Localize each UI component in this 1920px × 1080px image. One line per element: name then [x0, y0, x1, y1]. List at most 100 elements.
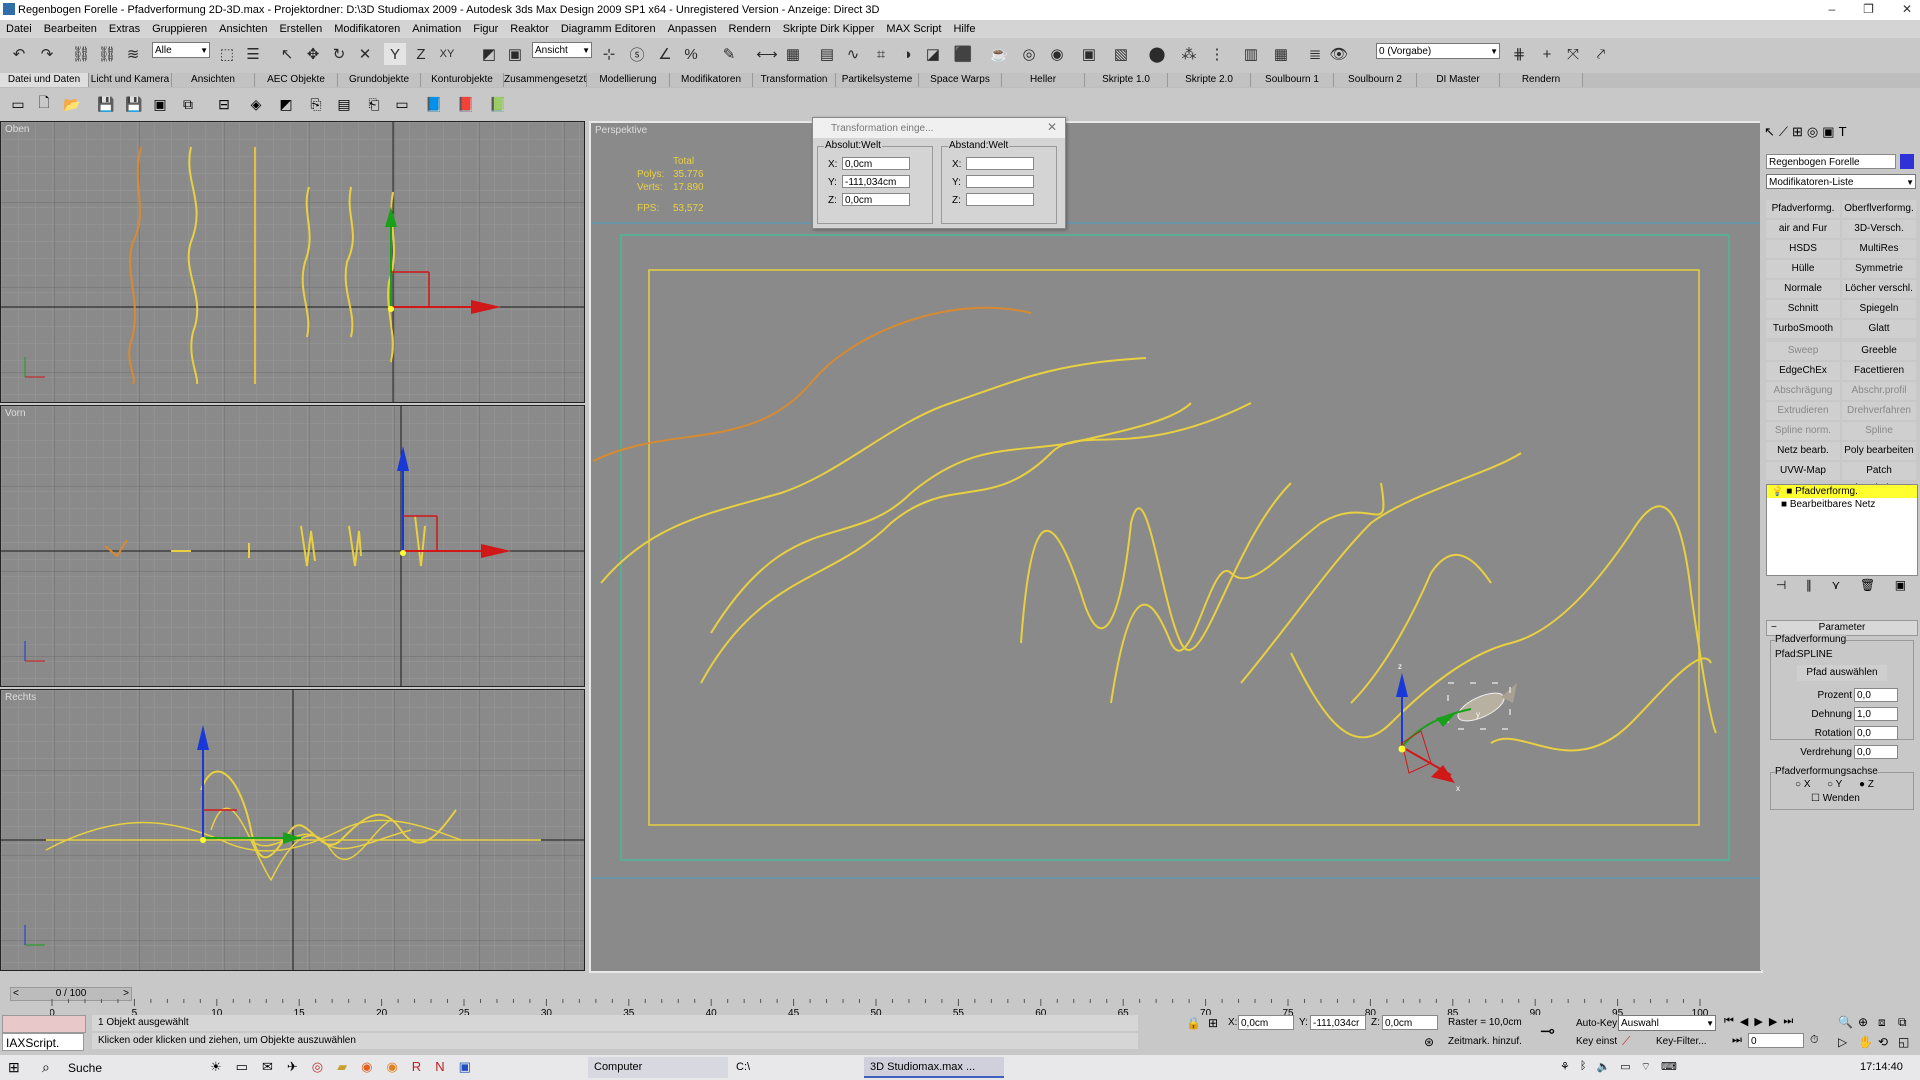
search-box[interactable]: Suche — [68, 1061, 102, 1075]
add-to-layer-icon[interactable]: + — [1536, 43, 1558, 65]
object-name-field[interactable]: Regenbogen Forelle — [1766, 154, 1896, 169]
selection-filter-dropdown[interactable]: Alle ▼ — [152, 42, 210, 58]
summary-icon[interactable]: ▤ — [334, 94, 354, 114]
layers-stack-icon[interactable]: ≣ — [1304, 43, 1326, 65]
modifier-button[interactable]: EdgeChEx — [1766, 362, 1840, 380]
goto-end-icon[interactable]: ⏭ — [1783, 1015, 1793, 1031]
pick-path-button[interactable]: Pfad auswählen — [1797, 665, 1887, 681]
save-as-icon[interactable]: 💾 — [124, 94, 144, 114]
menu-help[interactable]: Hilfe — [947, 23, 981, 35]
menu-scripts-dirk[interactable]: Skripte Dirk Kipper — [777, 23, 881, 35]
xref-scene-icon[interactable]: ◩ — [276, 94, 296, 114]
taskbar-item-3dsmax[interactable]: 3D Studiomax.max ... — [864, 1057, 1004, 1078]
app-n-icon[interactable]: N — [435, 1059, 444, 1075]
open-folder-icon[interactable]: 📂 — [62, 94, 82, 114]
menu-edit[interactable]: Bearbeiten — [38, 23, 103, 35]
weather-icon[interactable]: ☀ — [210, 1059, 222, 1075]
tab-zusammengesetzt[interactable]: Zusammengesetzt — [504, 73, 587, 87]
rotate-icon[interactable]: ↻ — [328, 43, 350, 65]
menu-character[interactable]: Figur — [467, 23, 504, 35]
render-last-icon[interactable]: ◉ — [1046, 43, 1068, 65]
save-icon[interactable]: 💾 — [96, 94, 116, 114]
coord-y-field[interactable]: -111,034cr — [1310, 1015, 1366, 1030]
tab-space-warps[interactable]: Space Warps — [919, 73, 1002, 87]
modifier-list-dropdown[interactable]: Modifikatoren-Liste ▼ — [1766, 174, 1916, 189]
grid-icon[interactable]: ⋮ — [1206, 43, 1228, 65]
maximize-button[interactable]: ❐ — [1863, 2, 1874, 16]
create-tab-icon[interactable]: ↖ — [1764, 124, 1775, 144]
axis-x-radio[interactable]: ○ X — [1795, 779, 1811, 790]
mail-icon[interactable]: ✉ — [262, 1059, 273, 1075]
named-selection-icon[interactable]: ✎ — [718, 43, 740, 65]
bird-icon[interactable]: ✈ — [287, 1059, 298, 1075]
viewport-front[interactable]: Vorn — [0, 405, 585, 687]
new-file-icon[interactable]: ▭ — [8, 94, 28, 114]
mirror-icon[interactable]: ⟷ — [756, 43, 778, 65]
tab-aec[interactable]: AEC Objekte — [255, 73, 338, 87]
bluetooth-icon[interactable]: ᛒ — [1580, 1060, 1587, 1074]
taskbar-item-c[interactable]: C:\ — [730, 1057, 860, 1078]
modifier-button[interactable]: MultiRes — [1842, 240, 1916, 258]
tab-modellierung[interactable]: Modellierung — [587, 73, 670, 87]
modifier-button[interactable]: Drehverfahren — [1842, 402, 1916, 420]
book-purple-icon[interactable]: 📗 — [488, 94, 508, 114]
menu-group[interactable]: Gruppieren — [146, 23, 213, 35]
tab-partikelsysteme[interactable]: Partikelsysteme — [836, 73, 919, 87]
modifier-button[interactable]: Spline norm. — [1766, 422, 1840, 440]
param-percent-field[interactable]: 0,0 — [1854, 688, 1898, 702]
menu-modifiers[interactable]: Modifikatoren — [328, 23, 406, 35]
key-filter-button[interactable]: Key-Filter... — [1656, 1036, 1707, 1047]
maxscript-mini-listener[interactable]: IAXScript. — [2, 1033, 84, 1051]
hierarchy-tab-icon[interactable]: ⊞ — [1792, 124, 1803, 144]
tab-modifikatoren[interactable]: Modifikatoren — [670, 73, 753, 87]
abs-x-field[interactable]: 0,0cm — [842, 157, 910, 170]
modifier-button[interactable]: Spiegeln — [1842, 300, 1916, 318]
particles-icon[interactable]: ⁂ — [1178, 43, 1200, 65]
viewport-right[interactable]: Rechts — [0, 689, 585, 971]
zoom-extents-all-icon[interactable]: ⧉ — [1898, 1015, 1916, 1033]
next-frame-icon[interactable]: ▶ — [1769, 1015, 1777, 1031]
abs-y-field[interactable]: -111,034cm — [842, 175, 910, 188]
network-icon[interactable]: ⚘ — [1560, 1060, 1570, 1074]
layer-icon[interactable]: ▥ — [1240, 43, 1262, 65]
object-color-swatch[interactable] — [1900, 154, 1914, 169]
maxscript-listener-top[interactable] — [2, 1015, 86, 1033]
modifier-button[interactable]: Facettieren — [1842, 362, 1916, 380]
coord-z-field[interactable]: 0,0cm — [1382, 1015, 1438, 1030]
tab-heller[interactable]: Heller — [1002, 73, 1085, 87]
pan-icon[interactable]: ✋ — [1858, 1035, 1876, 1052]
quick-render-icon[interactable]: ◎ — [1018, 43, 1040, 65]
axis-z-icon[interactable]: Z — [410, 43, 432, 65]
time-tag-icon[interactable]: ⊛ — [1424, 1035, 1434, 1049]
param-rotation-field[interactable]: 0,0 — [1854, 726, 1898, 740]
close-button[interactable]: ✕ — [1902, 2, 1912, 16]
key-mode-icon[interactable]: ⏭ — [1732, 1034, 1742, 1047]
goto-start-icon[interactable]: ⏮ — [1724, 1015, 1734, 1031]
axis-xy-icon[interactable]: XY — [436, 43, 458, 65]
abs-z-field[interactable]: 0,0cm — [842, 193, 910, 206]
tab-skripte-1[interactable]: Skripte 1.0 — [1085, 73, 1168, 87]
modifier-button[interactable]: UVW-Map — [1766, 462, 1840, 480]
language-icon[interactable]: ⌨ — [1661, 1060, 1677, 1074]
menu-reactor[interactable]: Reaktor — [504, 23, 555, 35]
modifier-button[interactable]: Extrudieren — [1766, 402, 1840, 420]
layer-props-icon[interactable]: ▦ — [1270, 43, 1292, 65]
frame-buffer-icon[interactable]: ▣ — [1078, 43, 1100, 65]
transform-dialog-close-icon[interactable]: ✕ — [1047, 120, 1057, 134]
set-current-layer-icon[interactable]: ⤤ — [1590, 43, 1612, 65]
absolute-mode-icon[interactable]: ⊞ — [1208, 1016, 1218, 1030]
modifier-button[interactable]: HSDS — [1766, 240, 1840, 258]
snaps-toggle-icon[interactable]: ⓢ — [626, 43, 648, 65]
layer-manager-icon[interactable]: ▤ — [816, 43, 838, 65]
tab-rendern[interactable]: Rendern — [1500, 73, 1583, 87]
layer-dropdown[interactable]: 0 (Vorgabe) ▼ — [1376, 43, 1500, 59]
task-view-icon[interactable]: ▭ — [236, 1059, 248, 1075]
menu-customize[interactable]: Anpassen — [662, 23, 723, 35]
wifi-icon[interactable]: ⌔ — [1641, 1060, 1651, 1074]
off-y-field[interactable] — [966, 175, 1034, 188]
modifier-button[interactable]: Löcher verschl. — [1842, 280, 1916, 298]
coord-x-field[interactable]: 0,0cm — [1238, 1015, 1294, 1030]
param-stretch-field[interactable]: 1,0 — [1854, 707, 1898, 721]
off-x-field[interactable] — [966, 157, 1034, 170]
auto-key-button[interactable]: Auto-Key — [1576, 1018, 1617, 1029]
